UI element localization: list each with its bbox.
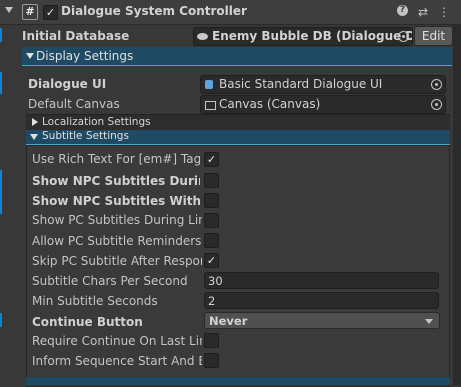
show-pc-subtitles-during-line-checkbox[interactable]	[204, 213, 219, 228]
chevron-down-icon	[425, 319, 433, 324]
object-picker-icon[interactable]	[431, 99, 442, 110]
dialogue-ui-field[interactable]: Basic Standard Dialogue UI	[200, 75, 446, 94]
subtitle-settings-header[interactable]: Subtitle Settings	[26, 130, 450, 145]
min-subtitle-seconds-label: Min Subtitle Seconds	[32, 294, 158, 308]
object-picker-icon[interactable]	[398, 31, 409, 42]
display-settings-header[interactable]: Display Settings	[22, 47, 452, 66]
override-indicator	[0, 170, 2, 214]
override-indicator	[0, 28, 2, 42]
localization-settings-title: Localization Settings	[42, 116, 151, 128]
subtitle-settings-title: Subtitle Settings	[42, 130, 129, 142]
next-section-header[interactable]	[26, 377, 450, 385]
continue-button-dropdown[interactable]: Never	[204, 312, 440, 329]
presets-icon[interactable]: ⇄	[417, 5, 429, 19]
use-rich-text-checkbox[interactable]: ✓	[204, 152, 219, 167]
show-npc-subtitles-during-line-checkbox[interactable]	[204, 173, 219, 188]
initial-database-field[interactable]: Enemy Bubble DB (Dialogue Dat	[193, 27, 413, 46]
component-title: Dialogue System Controller	[61, 4, 247, 18]
skip-pc-subtitle-after-response-label: Skip PC Subtitle After Respons	[32, 254, 202, 268]
localization-foldout-icon	[32, 118, 38, 126]
require-continue-on-last-line-label: Require Continue On Last Line	[32, 334, 202, 348]
initial-database-value: Enemy Bubble DB (Dialogue Dat	[212, 29, 413, 43]
default-canvas-field[interactable]: Canvas (Canvas)	[200, 95, 446, 114]
default-canvas-label: Default Canvas	[28, 97, 120, 111]
localization-settings-header[interactable]: Localization Settings	[26, 114, 450, 130]
require-continue-on-last-line-checkbox[interactable]	[204, 333, 219, 348]
inform-sequence-start-and-end-checkbox[interactable]	[204, 353, 219, 368]
component-foldout-icon[interactable]	[5, 7, 13, 13]
edit-button[interactable]: Edit	[414, 26, 453, 46]
dialogue-ui-value: Basic Standard Dialogue UI	[219, 77, 383, 91]
inspector-scrollbar[interactable]	[453, 25, 461, 385]
show-npc-subtitles-with-responses-checkbox[interactable]	[204, 193, 219, 208]
continue-button-value: Never	[209, 314, 248, 328]
component-header: # ✓ Dialogue System Controller ? ⇄ ⋮	[0, 0, 461, 25]
override-indicator	[0, 72, 2, 94]
display-settings-title: Display Settings	[36, 49, 134, 63]
override-indicator	[0, 313, 2, 327]
default-canvas-value: Canvas (Canvas)	[219, 97, 321, 111]
help-icon[interactable]: ?	[397, 5, 408, 16]
continue-button-label: Continue Button	[32, 315, 143, 329]
canvas-icon	[205, 101, 216, 110]
show-npc-subtitles-during-line-label: Show NPC Subtitles During L	[32, 174, 200, 188]
subtitle-chars-per-second-label: Subtitle Chars Per Second	[32, 274, 188, 288]
script-icon: #	[22, 4, 38, 20]
initial-database-label: Initial Database	[22, 29, 130, 43]
display-settings-foldout-icon	[26, 53, 34, 59]
context-menu-icon[interactable]: ⋮	[438, 5, 450, 19]
prefab-icon	[205, 80, 213, 89]
use-rich-text-label: Use Rich Text For [em#] Tags	[32, 152, 200, 166]
subtitle-chars-per-second-input[interactable]: 30	[204, 272, 439, 289]
object-picker-icon[interactable]	[431, 79, 442, 90]
min-subtitle-seconds-input[interactable]: 2	[204, 292, 439, 309]
allow-pc-subtitle-reminders-label: Allow PC Subtitle Reminders	[32, 234, 202, 248]
inform-sequence-start-and-end-label: Inform Sequence Start And End	[32, 354, 202, 368]
dialogue-ui-label: Dialogue UI	[28, 77, 107, 91]
component-enabled-checkbox[interactable]: ✓	[43, 5, 58, 20]
show-pc-subtitles-during-line-label: Show PC Subtitles During Line	[32, 213, 202, 227]
database-icon	[197, 33, 208, 40]
subtitle-settings-foldout-icon	[30, 134, 38, 140]
skip-pc-subtitle-after-response-checkbox[interactable]: ✓	[204, 253, 219, 268]
show-npc-subtitles-with-responses-label: Show NPC Subtitles With Res	[32, 194, 200, 208]
allow-pc-subtitle-reminders-checkbox[interactable]	[204, 233, 219, 248]
